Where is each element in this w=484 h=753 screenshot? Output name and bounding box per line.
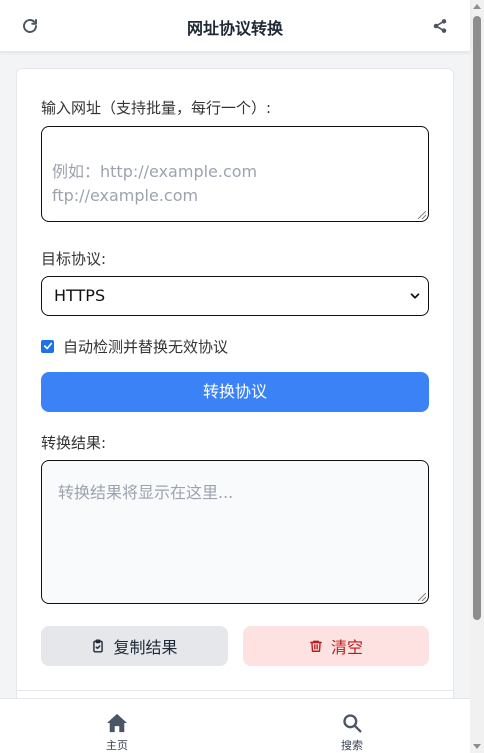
clear-label: 清空	[330, 638, 363, 657]
auto-detect-option[interactable]: 自动检测并替换无效协议	[41, 336, 228, 356]
url-input[interactable]: 例如：http://example.com ftp://example.com	[41, 126, 429, 222]
convert-button[interactable]: 转换协议	[41, 372, 429, 412]
top-bar: 网址协议转换	[0, 0, 470, 52]
trash-icon	[309, 638, 323, 654]
share-icon[interactable]	[430, 16, 450, 36]
clear-button[interactable]: 清空	[243, 626, 429, 666]
nav-item-search-label: 搜索	[341, 739, 363, 752]
home-icon	[87, 713, 147, 733]
search-icon	[322, 713, 382, 733]
resize-handle[interactable]	[418, 593, 426, 601]
url-input-label: 输入网址（支持批量，每行一个）:	[41, 99, 272, 117]
copy-result-button[interactable]: 复制结果	[41, 626, 228, 666]
scroll-down-icon[interactable]	[473, 744, 481, 749]
result-label: 转换结果:	[41, 434, 107, 452]
protocol-selected-value: HTTPS	[54, 286, 106, 305]
page-title: 网址协议转换	[186, 19, 283, 38]
app-root: 网址协议转换 输入网址（支持批量，每行一个）: 例如：http://exampl…	[0, 0, 484, 753]
url-input-placeholder: 例如：http://example.com ftp://example.com	[52, 162, 258, 205]
protocol-select[interactable]: HTTPS	[41, 276, 429, 316]
auto-detect-label: 自动检测并替换无效协议	[63, 337, 229, 356]
auto-detect-checkbox[interactable]	[41, 339, 54, 353]
resize-handle[interactable]	[418, 211, 426, 219]
nav-item-home-label: 主页	[106, 739, 128, 752]
card-divider	[17, 690, 453, 691]
nav-item-search[interactable]: 搜索	[322, 713, 382, 753]
protocol-label: 目标协议:	[41, 250, 107, 268]
result-placeholder: 转换结果将显示在这里...	[58, 483, 234, 502]
nav-item-home[interactable]: 主页	[87, 713, 147, 753]
bottom-nav: 主页 搜索	[0, 698, 470, 753]
result-output[interactable]: 转换结果将显示在这里...	[41, 460, 429, 604]
scrollbar-thumb[interactable]	[473, 16, 481, 620]
check-icon	[43, 342, 52, 350]
clipboard-icon	[91, 638, 105, 654]
scroll-up-icon[interactable]	[473, 4, 481, 9]
converter-card: 输入网址（支持批量，每行一个）: 例如：http://example.com f…	[16, 68, 454, 753]
chevron-down-icon	[410, 293, 420, 299]
scrollbar[interactable]	[470, 0, 484, 753]
copy-result-label: 复制结果	[113, 638, 178, 657]
